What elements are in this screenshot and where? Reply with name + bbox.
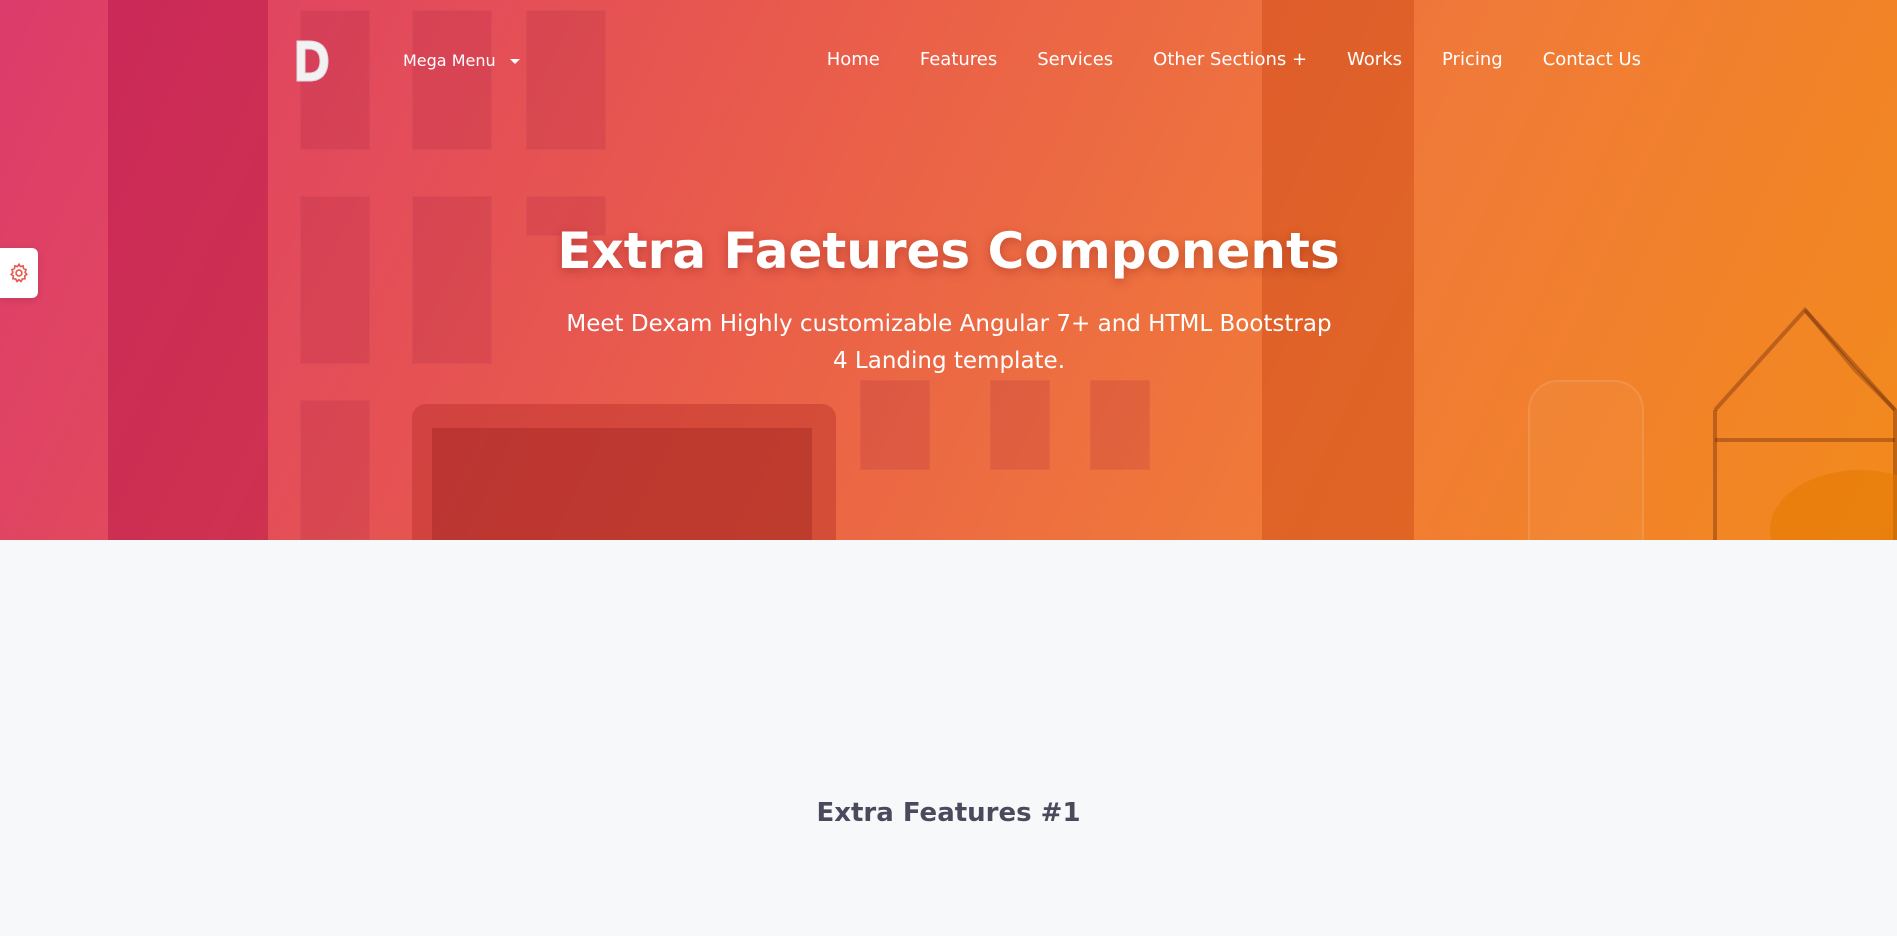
chevron-down-icon <box>509 59 520 64</box>
mega-menu-dropdown[interactable]: Mega Menu <box>403 51 520 70</box>
nav-link-contact-us[interactable]: Contact Us <box>1543 49 1641 70</box>
nav-link-works[interactable]: Works <box>1347 49 1402 70</box>
section-title: Extra Features #1 <box>816 798 1081 828</box>
nav-links: Home Features Services Other Sections + … <box>827 49 1641 70</box>
gear-icon <box>10 262 28 283</box>
nav-link-pricing[interactable]: Pricing <box>1442 49 1503 70</box>
top-navbar: Mega Menu Home Features Services Other S… <box>0 0 1897 126</box>
logo-icon[interactable] <box>294 38 330 84</box>
nav-link-features[interactable]: Features <box>920 49 997 70</box>
nav-link-other-sections[interactable]: Other Sections + <box>1153 49 1307 70</box>
hero-section: Mega Menu Home Features Services Other S… <box>0 0 1897 540</box>
hero-subtitle: Meet Dexam Highly customizable Angular 7… <box>566 311 1332 374</box>
nav-link-home[interactable]: Home <box>827 49 880 70</box>
nav-link-services[interactable]: Services <box>1037 49 1113 70</box>
settings-toggle-button[interactable] <box>0 248 38 298</box>
mega-menu-label: Mega Menu <box>403 51 496 70</box>
hero-title: Extra Faetures Components <box>557 222 1340 280</box>
